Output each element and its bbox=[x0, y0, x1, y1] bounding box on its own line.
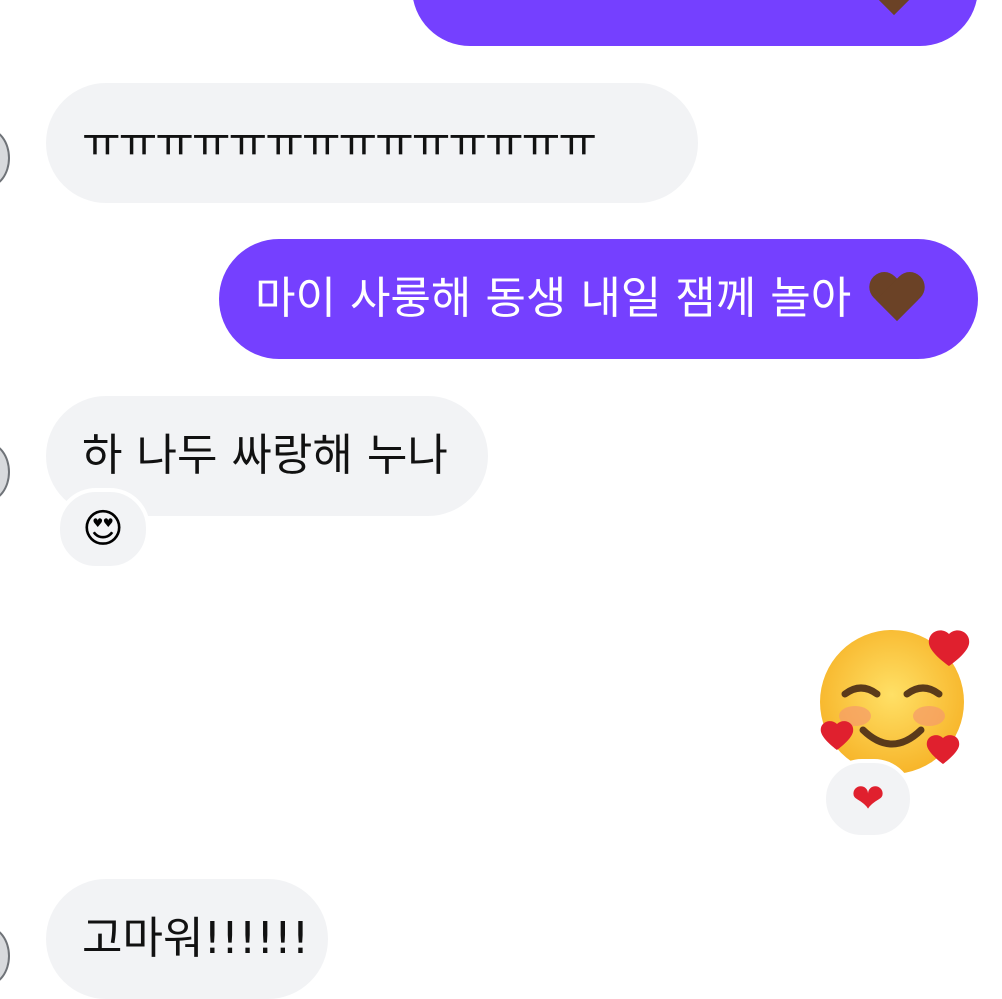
heart-eyes-emoji-icon: 😍 bbox=[82, 506, 124, 552]
avatar[interactable] bbox=[0, 128, 10, 188]
red-heart-icon: ❤ bbox=[851, 776, 885, 822]
message-bubble-incoming[interactable]: 고마워!!!!!! bbox=[46, 879, 328, 999]
message-bubble-outgoing[interactable] bbox=[412, 0, 978, 46]
message-text: 하 나두 싸랑해 누나 bbox=[82, 430, 448, 481]
avatar[interactable] bbox=[0, 442, 10, 502]
reaction-badge[interactable]: ❤ bbox=[822, 759, 914, 839]
message-bubble-incoming[interactable]: ㅠㅠㅠㅠㅠㅠㅠㅠㅠㅠㅠㅠㅠㅠ bbox=[46, 83, 698, 203]
message-text: 고마워!!!!!! bbox=[82, 913, 310, 964]
smiling-face-with-hearts-icon[interactable] bbox=[815, 630, 975, 780]
brown-heart-icon bbox=[866, 0, 922, 19]
reaction-badge[interactable]: 😍 bbox=[56, 488, 150, 570]
brown-heart-icon bbox=[869, 273, 925, 325]
message-bubble-outgoing[interactable]: 마이 사룽해 동생 내일 잼께 놀아 bbox=[219, 239, 978, 359]
message-text: ㅠㅠㅠㅠㅠㅠㅠㅠㅠㅠㅠㅠㅠㅠ bbox=[82, 118, 597, 167]
avatar[interactable] bbox=[0, 926, 10, 986]
message-text: 마이 사룽해 동생 내일 잼께 놀아 bbox=[255, 273, 852, 324]
